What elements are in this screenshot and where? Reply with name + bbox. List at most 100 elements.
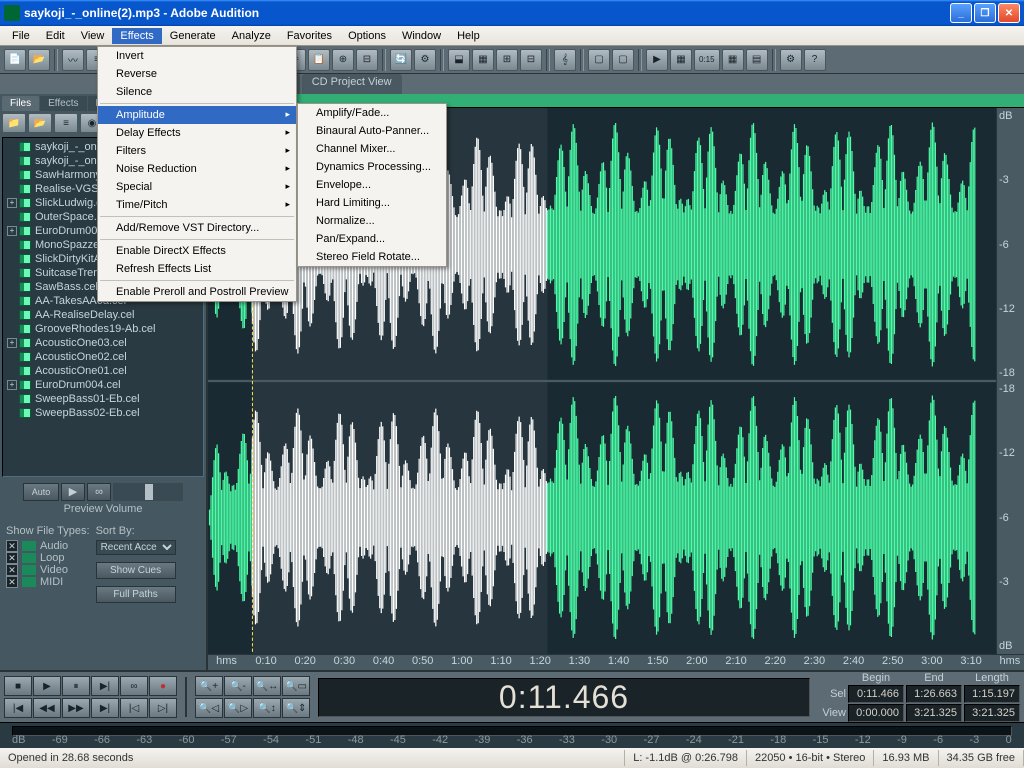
- maximize-button[interactable]: ❐: [974, 3, 996, 23]
- menu-generate[interactable]: Generate: [162, 28, 224, 44]
- menu-favorites[interactable]: Favorites: [279, 28, 340, 44]
- close-file-icon[interactable]: 📂: [28, 113, 52, 133]
- rewind-button[interactable]: ◀◀: [33, 698, 61, 718]
- menu-item-add-remove-vst-directory-[interactable]: Add/Remove VST Directory...: [98, 219, 296, 237]
- sel-value[interactable]: 1:15.197: [964, 685, 1020, 703]
- sel-value[interactable]: 1:26.663: [906, 685, 962, 703]
- menu-item-binaural-auto-panner-[interactable]: Binaural Auto-Panner...: [298, 122, 446, 140]
- sel-value[interactable]: 3:21.325: [906, 704, 962, 722]
- trim-icon[interactable]: ⊟: [356, 49, 378, 71]
- sel-view-icon[interactable]: ▦: [722, 49, 744, 71]
- menu-help[interactable]: Help: [449, 28, 488, 44]
- help-icon[interactable]: ?: [804, 49, 826, 71]
- file-item[interactable]: SweepBass01-Eb.cel: [5, 392, 201, 406]
- menu-item-pan-expand-[interactable]: Pan/Expand...: [298, 230, 446, 248]
- options-icon[interactable]: ⚙: [780, 49, 802, 71]
- file-item[interactable]: +EuroDrum004.cel: [5, 378, 201, 392]
- level-icon[interactable]: ▤: [746, 49, 768, 71]
- time-panel-icon[interactable]: 0:15: [694, 49, 720, 71]
- filetype-audio[interactable]: ✕Audio: [6, 540, 90, 552]
- auto-preview-button[interactable]: Auto: [23, 483, 59, 501]
- menu-item-filters[interactable]: Filters: [98, 142, 296, 160]
- menu-item-amplify-fade-[interactable]: Amplify/Fade...: [298, 104, 446, 122]
- fforward-button[interactable]: ▶▶: [62, 698, 90, 718]
- sel-value[interactable]: 3:21.325: [964, 704, 1020, 722]
- next-marker-button[interactable]: ▷|: [149, 698, 177, 718]
- menu-item-time-pitch[interactable]: Time/Pitch: [98, 196, 296, 214]
- menu-item-amplitude[interactable]: Amplitude: [98, 106, 296, 124]
- timeline-ruler[interactable]: hms0:100:200:300:400:501:001:101:201:301…: [208, 654, 1024, 670]
- menu-file[interactable]: File: [4, 28, 38, 44]
- import-file-icon[interactable]: 📁: [2, 113, 26, 133]
- menu-item-enable-directx-effects[interactable]: Enable DirectX Effects: [98, 242, 296, 260]
- pause-button[interactable]: ⏸: [62, 676, 90, 696]
- menu-item-normalize-[interactable]: Normalize...: [298, 212, 446, 230]
- zoom-out-v-button[interactable]: 🔍⇕: [282, 698, 310, 718]
- zoom-in-left-button[interactable]: 🔍◁: [195, 698, 223, 718]
- menu-window[interactable]: Window: [394, 28, 449, 44]
- menu-item-stereo-field-rotate-[interactable]: Stereo Field Rotate...: [298, 248, 446, 266]
- zoom-sel-button[interactable]: 🔍▭: [282, 676, 310, 696]
- sel-value[interactable]: 0:00.000: [848, 704, 904, 722]
- group-icon[interactable]: ▦: [472, 49, 494, 71]
- play-button[interactable]: ▶: [33, 676, 61, 696]
- menu-options[interactable]: Options: [340, 28, 394, 44]
- play-to-end-button[interactable]: ▶|: [91, 676, 119, 696]
- menu-item-envelope-[interactable]: Envelope...: [298, 176, 446, 194]
- convert-icon[interactable]: 🔄: [390, 49, 412, 71]
- sel-value[interactable]: 0:11.466: [848, 685, 904, 703]
- mix-paste-icon[interactable]: ⊕: [332, 49, 354, 71]
- align-icon[interactable]: ⊟: [520, 49, 542, 71]
- sidebar-tab-files[interactable]: Files: [2, 96, 39, 111]
- file-item[interactable]: SweepBass02-Eb.cel: [5, 406, 201, 420]
- menu-edit[interactable]: Edit: [38, 28, 73, 44]
- menu-item-noise-reduction[interactable]: Noise Reduction: [98, 160, 296, 178]
- loop-button[interactable]: ∞: [120, 676, 148, 696]
- menu-effects[interactable]: Effects: [112, 28, 161, 44]
- menu-item-refresh-effects-list[interactable]: Refresh Effects List: [98, 260, 296, 278]
- preview-loop-button[interactable]: ∞: [87, 483, 111, 501]
- stop-button[interactable]: ■: [4, 676, 32, 696]
- filetype-video[interactable]: ✕Video: [6, 564, 90, 576]
- open-file-icon[interactable]: 📂: [28, 49, 50, 71]
- prev-marker-button[interactable]: |◁: [120, 698, 148, 718]
- close-button[interactable]: ✕: [998, 3, 1020, 23]
- zoom-out-h-button[interactable]: 🔍-: [224, 676, 252, 696]
- new-file-icon[interactable]: 📄: [4, 49, 26, 71]
- menu-item-delay-effects[interactable]: Delay Effects: [98, 124, 296, 142]
- filetype-midi[interactable]: ✕MIDI: [6, 576, 90, 588]
- menu-analyze[interactable]: Analyze: [224, 28, 279, 44]
- file-item[interactable]: GrooveRhodes19-Ab.cel: [5, 322, 201, 336]
- menu-item-enable-preroll-and-postroll-preview[interactable]: Enable Preroll and Postroll Preview: [98, 283, 296, 301]
- menu-item-silence[interactable]: Silence: [98, 83, 296, 101]
- sidebar-tab-effects[interactable]: Effects: [40, 96, 86, 111]
- sort-by-select[interactable]: Recent Acce: [96, 540, 176, 555]
- menu-item-reverse[interactable]: Reverse: [98, 65, 296, 83]
- menu-view[interactable]: View: [73, 28, 113, 44]
- menu-item-hard-limiting-[interactable]: Hard Limiting...: [298, 194, 446, 212]
- time-display[interactable]: 0:11.466: [318, 678, 810, 717]
- edit-view-icon[interactable]: 〰: [62, 49, 84, 71]
- full-paths-button[interactable]: Full Paths: [96, 586, 176, 603]
- settings-icon[interactable]: ⚙: [414, 49, 436, 71]
- file-item[interactable]: +AcousticOne03.cel: [5, 336, 201, 350]
- filetype-loop[interactable]: ✕Loop: [6, 552, 90, 564]
- insert-multitrack-icon[interactable]: ≡: [54, 113, 78, 133]
- level-meter[interactable]: dB-69-66-63-60-57-54-51-48-45-42-39-36-3…: [0, 722, 1024, 748]
- preview-volume-slider[interactable]: [113, 483, 183, 501]
- file-item[interactable]: AcousticOne01.cel: [5, 364, 201, 378]
- tab-cd-project-view[interactable]: CD Project View: [302, 74, 402, 94]
- file-item[interactable]: AA-RealiseDelay.cel: [5, 308, 201, 322]
- menu-item-dynamics-processing-[interactable]: Dynamics Processing...: [298, 158, 446, 176]
- zoom-in-right-button[interactable]: 🔍▷: [224, 698, 252, 718]
- menu-item-channel-mixer-[interactable]: Channel Mixer...: [298, 140, 446, 158]
- snap-icon[interactable]: ⊞: [496, 49, 518, 71]
- go-end-button[interactable]: ▶|: [91, 698, 119, 718]
- zoom-in-h-button[interactable]: 🔍+: [195, 676, 223, 696]
- zoom-full-button[interactable]: 🔍↔: [253, 676, 281, 696]
- record-button[interactable]: ●: [149, 676, 177, 696]
- preview-play-button[interactable]: ▶: [61, 483, 85, 501]
- measure-icon[interactable]: 𝄞: [554, 49, 576, 71]
- file-item[interactable]: AcousticOne02.cel: [5, 350, 201, 364]
- minimize-button[interactable]: _: [950, 3, 972, 23]
